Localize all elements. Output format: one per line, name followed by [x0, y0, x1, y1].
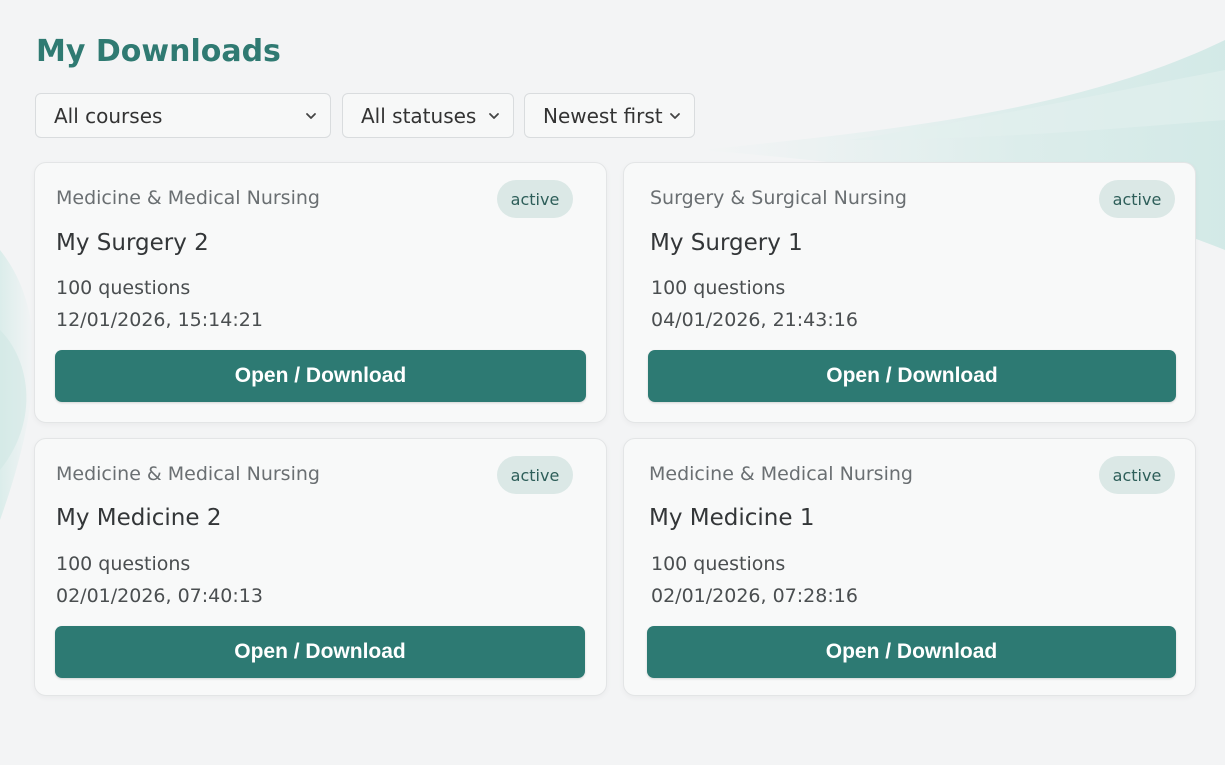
card-course: Medicine & Medical Nursing [649, 463, 913, 485]
chevron-down-icon [489, 112, 499, 119]
chevron-down-icon [306, 112, 316, 119]
card-date: 02/01/2026, 07:40:13 [56, 585, 263, 607]
download-card: Medicine & Medical Nursing active My Sur… [34, 162, 607, 423]
card-title: My Surgery 2 [56, 230, 209, 256]
card-date: 02/01/2026, 07:28:16 [651, 585, 858, 607]
status-filter-select[interactable]: All statuses [342, 93, 514, 138]
course-filter-select[interactable]: All courses [35, 93, 331, 138]
download-card: Surgery & Surgical Nursing active My Sur… [623, 162, 1196, 423]
sort-select[interactable]: Newest first [524, 93, 695, 138]
course-filter-value: All courses [54, 103, 163, 128]
open-download-button[interactable]: Open / Download [648, 350, 1176, 402]
status-badge: active [1099, 180, 1175, 218]
card-course: Medicine & Medical Nursing [56, 187, 320, 209]
card-question-count: 100 questions [651, 277, 786, 299]
card-course: Surgery & Surgical Nursing [650, 187, 907, 209]
chevron-down-icon [670, 112, 680, 119]
status-badge: active [497, 456, 573, 494]
sort-value: Newest first [543, 103, 663, 128]
status-badge: active [1099, 456, 1175, 494]
card-title: My Medicine 1 [649, 505, 815, 531]
card-date: 04/01/2026, 21:43:16 [651, 309, 858, 331]
open-download-button[interactable]: Open / Download [647, 626, 1176, 678]
card-title: My Surgery 1 [650, 230, 803, 256]
card-title: My Medicine 2 [56, 505, 222, 531]
downloads-page: My Downloads All courses All statuses Ne… [0, 0, 1225, 765]
card-course: Medicine & Medical Nursing [56, 463, 320, 485]
card-question-count: 100 questions [56, 553, 191, 575]
page-title: My Downloads [36, 34, 281, 69]
download-card: Medicine & Medical Nursing active My Med… [623, 438, 1196, 696]
status-badge: active [497, 180, 573, 218]
card-question-count: 100 questions [651, 553, 786, 575]
open-download-button[interactable]: Open / Download [55, 626, 585, 678]
card-date: 12/01/2026, 15:14:21 [56, 309, 263, 331]
status-filter-value: All statuses [361, 103, 477, 128]
download-card: Medicine & Medical Nursing active My Med… [34, 438, 607, 696]
card-question-count: 100 questions [56, 277, 191, 299]
open-download-button[interactable]: Open / Download [55, 350, 586, 402]
